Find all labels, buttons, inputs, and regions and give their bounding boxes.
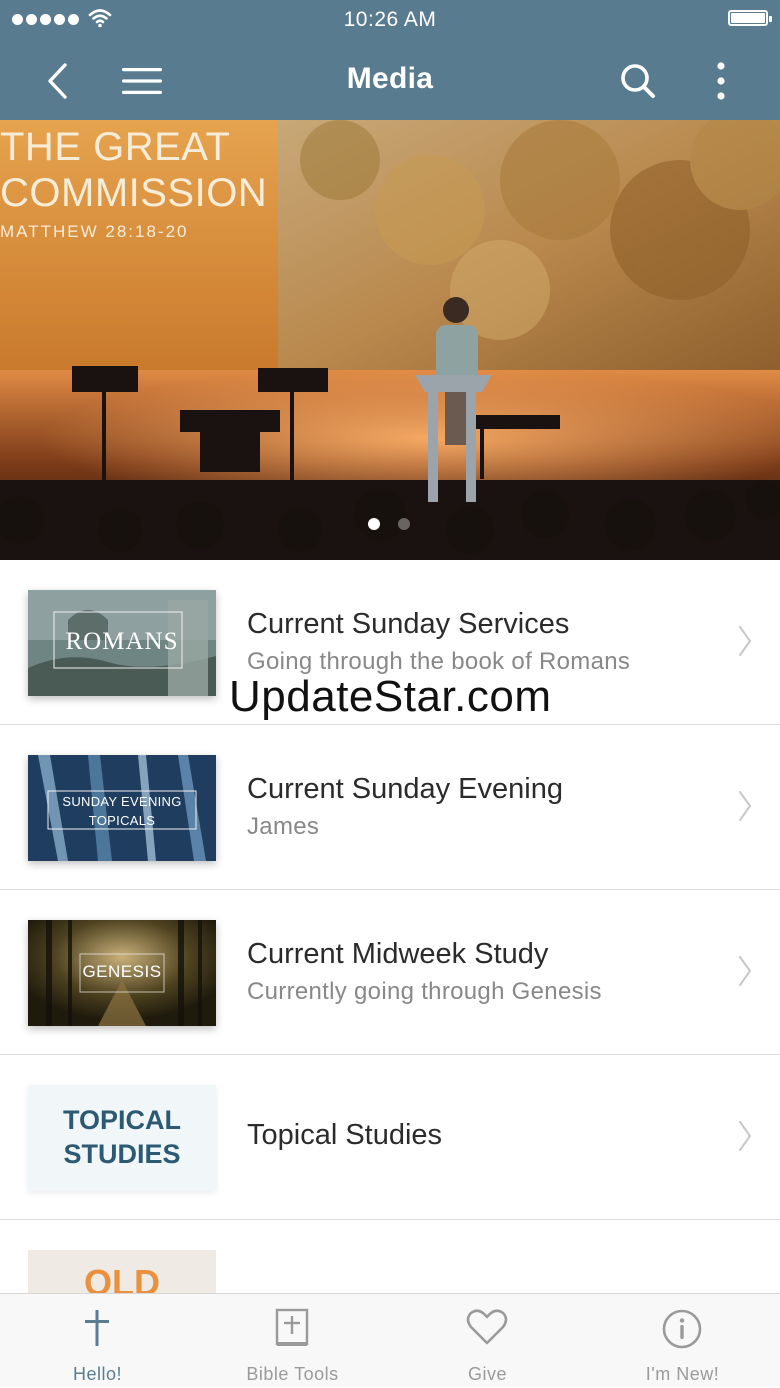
topical-studies-thumbnail: TOPICAL STUDIES: [28, 1085, 216, 1191]
tab-label: I'm New!: [645, 1364, 720, 1384]
carousel-dot[interactable]: [368, 518, 380, 530]
vertical-dots-icon: [717, 62, 725, 100]
item-title: Current Midweek Study: [247, 938, 549, 970]
tab-hello[interactable]: Hello!: [0, 1294, 195, 1388]
tab-label: Bible Tools: [246, 1364, 339, 1384]
chevron-right-icon: [739, 626, 751, 656]
search-icon: [621, 64, 655, 98]
bible-icon: [275, 1308, 309, 1346]
hero-scripture-ref: MATTHEW 28:18-20: [0, 222, 189, 241]
genesis-thumbnail: GENESIS: [28, 920, 216, 1026]
cross-icon: [85, 1310, 109, 1346]
carousel-page-indicator[interactable]: [368, 518, 410, 530]
heart-icon: [466, 1309, 508, 1345]
battery-icon: [728, 10, 772, 26]
tab-give[interactable]: Give: [390, 1294, 585, 1388]
chevron-right-icon: [739, 956, 751, 986]
watermark-text: UpdateStar.com: [229, 672, 552, 721]
thumbnail-label: SUNDAY EVENING: [62, 794, 182, 809]
tab-bar: Hello! Bible Tools Give I'm New!: [0, 1293, 780, 1387]
thumbnail-label: ROMANS: [65, 628, 179, 655]
hero-title-line-1: THE GREAT: [0, 125, 231, 169]
thumbnail-label: TOPICAL: [62, 1105, 181, 1135]
nav-bar: Media: [0, 40, 780, 120]
top-bar: 10:26 AM Media: [0, 0, 780, 120]
tab-im-new[interactable]: I'm New!: [585, 1294, 780, 1388]
thumbnail-label: TOPICALS: [88, 813, 156, 828]
more-options-button[interactable]: [696, 56, 746, 106]
info-icon: [662, 1309, 702, 1349]
chevron-right-icon: [739, 1121, 751, 1151]
page-title: Media: [346, 62, 434, 95]
item-subtitle: James: [247, 813, 320, 840]
hero-caption: THE GREAT COMMISSION MATTHEW 28:18-20: [0, 124, 267, 242]
item-title: Current Sunday Evening: [247, 773, 563, 805]
list-item-topical-studies[interactable]: TOPICAL STUDIES Topical Studies: [0, 1055, 780, 1220]
tab-label: Hello!: [72, 1364, 123, 1384]
item-title: Current Sunday Services: [247, 608, 570, 640]
item-subtitle: Currently going through Genesis: [247, 978, 602, 1005]
status-bar: 10:26 AM: [0, 0, 780, 40]
sunday-evening-topicals-thumbnail: SUNDAY EVENING TOPICALS: [28, 755, 216, 861]
status-time: 10:26 AM: [343, 8, 437, 31]
carousel-dot[interactable]: [398, 518, 410, 530]
tab-label: Give: [467, 1364, 507, 1384]
romans-thumbnail: ROMANS: [28, 590, 216, 696]
chevron-right-icon: [739, 791, 751, 821]
list-item-current-sunday-evening[interactable]: SUNDAY EVENING TOPICALS Current Sunday E…: [0, 725, 780, 890]
thumbnail-label: GENESIS: [82, 962, 162, 981]
tab-bible-tools[interactable]: Bible Tools: [195, 1294, 390, 1388]
list-item-current-midweek-study[interactable]: GENESIS Current Midweek Study Currently …: [0, 890, 780, 1055]
item-title: Topical Studies: [247, 1119, 443, 1151]
thumbnail-label: STUDIES: [63, 1139, 181, 1169]
hero-carousel[interactable]: THE GREAT COMMISSION MATTHEW 28:18-20: [0, 120, 780, 560]
search-button[interactable]: [613, 56, 663, 106]
hero-title-line-2: COMMISSION: [0, 171, 268, 215]
